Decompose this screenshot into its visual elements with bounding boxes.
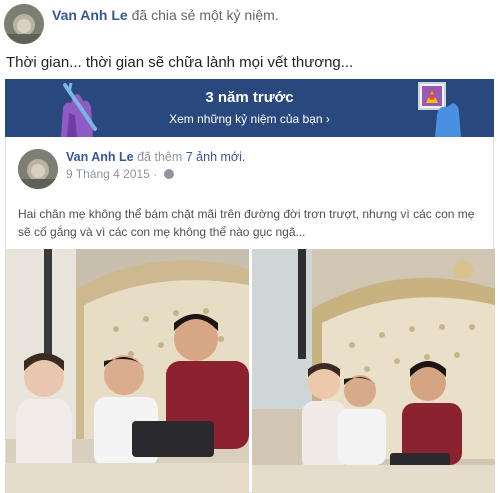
author-name-link[interactable]: Van Anh Le <box>52 7 128 23</box>
post-timestamp: 9 Tháng 4 2015 · <box>66 167 174 181</box>
post-caption: Hai chân mẹ không thể bám chặt mãi trên … <box>18 207 475 239</box>
post-photo-2[interactable] <box>252 249 495 493</box>
memory-banner[interactable]: 3 năm trước Xem những kỷ niệm của bạn › <box>5 79 494 137</box>
author-avatar[interactable] <box>4 4 44 44</box>
photo-sticker-icon <box>418 82 461 137</box>
post-date-link[interactable]: 9 Tháng 4 2015 · <box>66 167 157 181</box>
hand-sticker-icon <box>61 82 97 137</box>
original-post-header: Van Anh Le đã thêm 7 ảnh mới. <box>66 150 245 164</box>
photo-count-link[interactable]: 7 ảnh mới. <box>186 150 246 164</box>
globe-icon <box>163 169 174 179</box>
original-author-avatar[interactable] <box>18 149 58 189</box>
post-header: Van Anh Le đã chia sẻ một kỷ niệm. <box>52 7 279 23</box>
original-post-card[interactable]: Van Anh Le đã thêm 7 ảnh mới. 9 Tháng 4 … <box>5 137 495 493</box>
original-author-name-link[interactable]: Van Anh Le <box>66 150 134 164</box>
post-status-text: Thời gian... thời gian sẽ chữa lành mọi … <box>6 54 354 71</box>
added-action-text: đã thêm <box>137 150 183 164</box>
shared-memory-post: Van Anh Le đã chia sẻ một kỷ niệm. Thời … <box>0 0 498 493</box>
share-action-text: đã chia sẻ một kỷ niệm. <box>131 7 279 23</box>
post-photo-1[interactable] <box>6 249 249 493</box>
